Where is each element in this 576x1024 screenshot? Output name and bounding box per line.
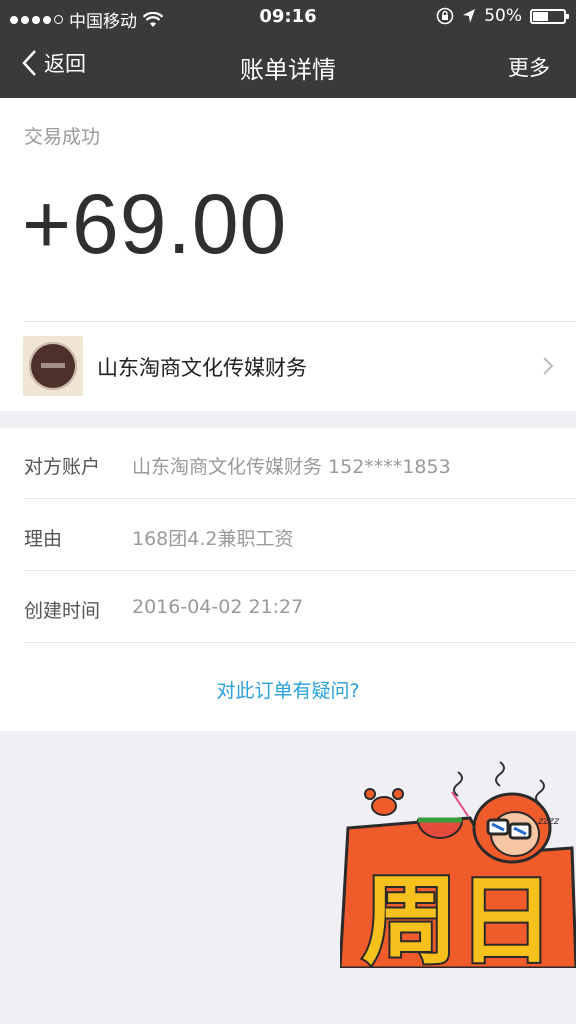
- chevron-right-icon: [543, 357, 554, 375]
- battery-percent: 50%: [484, 6, 522, 26]
- detail-value: 168团4.2兼职工资: [132, 528, 294, 550]
- merchant-avatar: [23, 336, 83, 396]
- battery-icon: [530, 8, 569, 24]
- order-question-link[interactable]: 对此订单有疑问?: [0, 676, 576, 703]
- transaction-summary-card: 交易成功 +69.00 山东淘商文化传媒财务: [0, 98, 576, 411]
- transaction-status: 交易成功: [24, 126, 101, 148]
- sticker-text: 周日: [362, 865, 554, 968]
- detail-label: 理由: [24, 528, 63, 550]
- detail-label: 创建时间: [24, 600, 101, 622]
- page-title: 账单详情: [240, 56, 336, 84]
- detail-value: 2016-04-02 21:27: [132, 596, 304, 618]
- orientation-lock-icon: [436, 7, 454, 25]
- transaction-amount: +69.00: [22, 177, 288, 271]
- divider: [24, 498, 576, 499]
- more-button[interactable]: 更多: [508, 52, 550, 82]
- detail-value: 山东淘商文化传媒财务 152****1853: [132, 456, 451, 478]
- detail-row-created-time: 创建时间 2016-04-02 21:27: [0, 572, 576, 642]
- detail-label: 对方账户: [24, 456, 101, 478]
- snore-text: zzzz: [537, 816, 560, 827]
- navigation-bar: 返回 账单详情 更多: [0, 34, 576, 98]
- merchant-row[interactable]: 山东淘商文化传媒财务: [0, 322, 576, 411]
- transaction-details-card: 对方账户 山东淘商文化传媒财务 152****1853 理由 168团4.2兼职…: [0, 428, 576, 731]
- sunday-sticker: zzzz 周日: [340, 761, 576, 968]
- divider: [24, 642, 576, 643]
- location-icon: [463, 9, 476, 23]
- divider: [24, 570, 576, 571]
- status-bar: 中国移动 09:16 50%: [0, 0, 576, 34]
- detail-row-reason: 理由 168团4.2兼职工资: [0, 500, 576, 570]
- status-bar-right: 50%: [436, 6, 569, 26]
- detail-row-counterparty: 对方账户 山东淘商文化传媒财务 152****1853: [0, 428, 576, 498]
- merchant-name: 山东淘商文化传媒财务: [97, 356, 307, 380]
